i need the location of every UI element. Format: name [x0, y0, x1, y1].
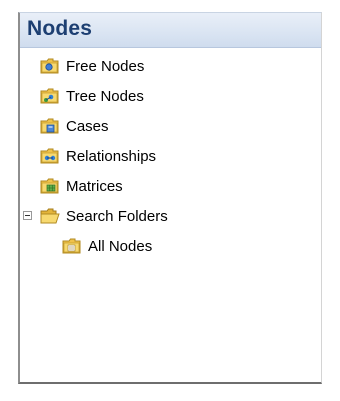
- tree-item-free-nodes[interactable]: Free Nodes: [40, 56, 144, 76]
- tree-item-label: Matrices: [66, 177, 123, 195]
- tree-item-label: Cases: [66, 117, 109, 135]
- tree-item-relationships[interactable]: Relationships: [40, 146, 156, 166]
- tree-nodes-folder-icon: [40, 88, 59, 104]
- tree-item-label: All Nodes: [88, 237, 153, 255]
- relationships-folder-icon: [40, 148, 59, 164]
- matrices-folder-icon: [40, 178, 59, 194]
- free-nodes-folder-icon: [40, 58, 59, 74]
- tree-item-all-nodes[interactable]: All Nodes: [62, 236, 152, 256]
- tree-item-label: Relationships: [66, 147, 157, 165]
- search-folder-open-icon: [40, 208, 60, 224]
- tree-item-tree-nodes[interactable]: Tree Nodes: [40, 86, 144, 106]
- collapse-toggle[interactable]: [23, 211, 32, 220]
- panel-header: Nodes: [20, 13, 321, 48]
- panel-title: Nodes: [27, 17, 93, 40]
- tree-item-cases[interactable]: Cases: [40, 116, 109, 136]
- tree-item-search-folders[interactable]: Search Folders: [40, 206, 168, 226]
- tree-item-label: Tree Nodes: [66, 87, 144, 105]
- tree-item-label: Search Folders: [66, 207, 168, 225]
- nodes-panel: Nodes Free Nodes Tree Nodes Cases Relati…: [18, 12, 322, 384]
- tree-item-label: Free Nodes: [66, 57, 145, 75]
- cases-folder-icon: [40, 118, 59, 134]
- all-nodes-folder-icon: [62, 238, 81, 254]
- tree-item-matrices[interactable]: Matrices: [40, 176, 123, 196]
